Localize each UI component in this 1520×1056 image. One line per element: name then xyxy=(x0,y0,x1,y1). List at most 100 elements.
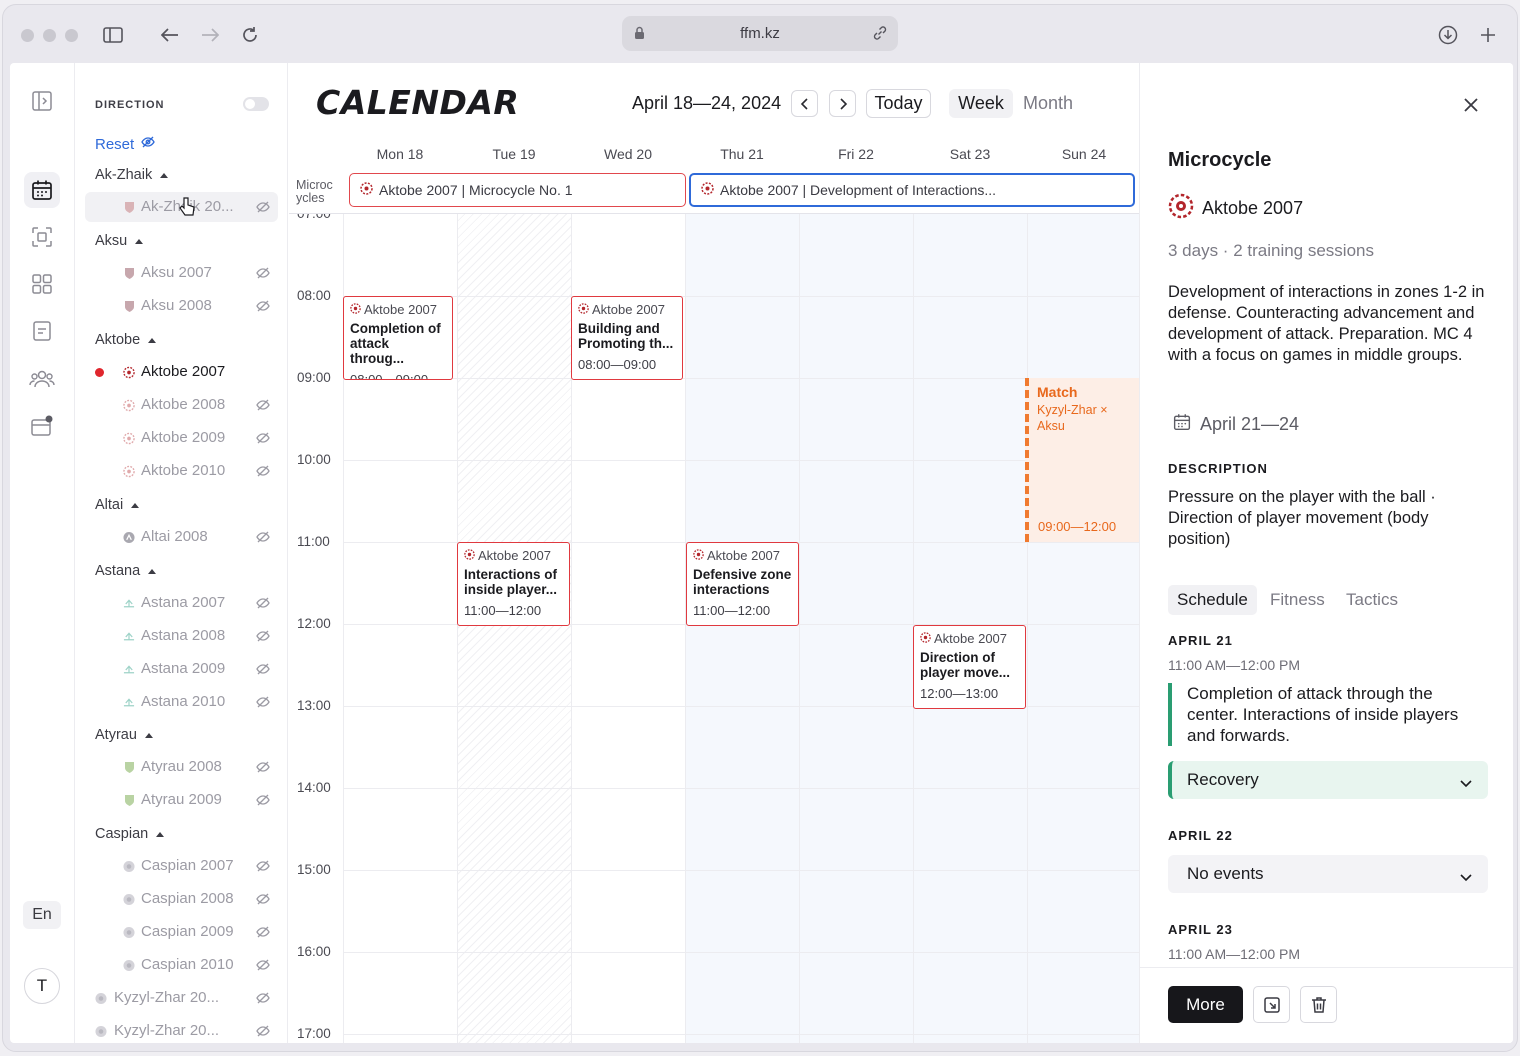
tab-tactics[interactable]: Tactics xyxy=(1337,585,1407,615)
close-icon[interactable] xyxy=(1463,97,1479,118)
group-aksu[interactable]: Aksu xyxy=(95,233,144,249)
sidebar-toggle-icon[interactable] xyxy=(24,83,60,119)
users-icon[interactable] xyxy=(24,361,60,397)
today-button[interactable]: Today xyxy=(866,89,931,118)
reload-icon[interactable] xyxy=(238,23,262,47)
download-icon[interactable] xyxy=(1436,23,1460,47)
trash-icon[interactable] xyxy=(1300,986,1337,1023)
training-event[interactable]: Aktobe 2007 Building and Promoting th...… xyxy=(571,296,683,380)
eye-off-icon[interactable] xyxy=(256,596,270,614)
eye-off-icon[interactable] xyxy=(256,958,270,976)
eye-off-icon[interactable] xyxy=(256,695,270,713)
group-altai[interactable]: Altai xyxy=(95,497,140,513)
user-avatar[interactable]: T xyxy=(24,968,60,1004)
training-event[interactable]: Aktobe 2007 Defensive zone interactions … xyxy=(686,542,799,626)
microcycle-bar-selected[interactable]: Aktobe 2007 | Development of Interaction… xyxy=(689,173,1135,207)
address-bar[interactable]: ffm.kz xyxy=(622,16,898,51)
week-grid[interactable]: 07:00 08:00 09:00 10:00 11:00 12:00 13:0… xyxy=(289,213,1139,1043)
group-label: Altai xyxy=(95,497,124,513)
team-caspian-2008[interactable]: Caspian 2008 xyxy=(85,884,278,914)
team-kyzyl-zhar-1[interactable]: Kyzyl-Zhar 20... xyxy=(85,983,278,1013)
event-time: 11:00—12:00 xyxy=(464,603,542,618)
pointer-cursor-icon xyxy=(178,196,196,223)
team-astana-2007[interactable]: Astana 2007 xyxy=(85,588,278,618)
group-ak-zhaik[interactable]: Ak-Zhaik xyxy=(95,167,169,183)
forward-arrow-icon[interactable] xyxy=(198,23,222,47)
group-caspian[interactable]: Caspian xyxy=(95,826,165,842)
microcycle-label: Aktobe 2007 | Microcycle No. 1 xyxy=(379,182,573,198)
team-aktobe-2007[interactable]: Aktobe 2007 xyxy=(85,357,278,387)
scan-icon[interactable] xyxy=(24,219,60,255)
team-caspian-2007[interactable]: Caspian 2007 xyxy=(85,851,278,881)
team-aktobe-2010[interactable]: Aktobe 2010 xyxy=(85,456,278,486)
eye-off-icon[interactable] xyxy=(256,1024,270,1042)
team-aktobe-2009[interactable]: Aktobe 2009 xyxy=(85,423,278,453)
session-type-select[interactable]: Recovery xyxy=(1168,761,1488,799)
language-switch[interactable]: En xyxy=(23,901,61,929)
direction-toggle[interactable] xyxy=(243,97,269,111)
training-event[interactable]: Aktobe 2007 Completion of attack throug.… xyxy=(343,296,453,380)
day-events-select[interactable]: No events xyxy=(1168,855,1488,893)
back-arrow-icon[interactable] xyxy=(158,23,182,47)
team-astana-2009[interactable]: Astana 2009 xyxy=(85,654,278,684)
tab-fitness[interactable]: Fitness xyxy=(1261,585,1334,615)
document-icon[interactable] xyxy=(24,313,60,349)
team-label: Caspian 2007 xyxy=(141,857,234,874)
team-aktobe-2008[interactable]: Aktobe 2008 xyxy=(85,390,278,420)
group-atyrau[interactable]: Atyrau xyxy=(95,727,153,743)
eye-off-icon[interactable] xyxy=(256,530,270,548)
eye-off-icon[interactable] xyxy=(256,299,270,317)
reset-button[interactable]: Reset xyxy=(95,135,155,153)
training-event[interactable]: Aktobe 2007 Interactions of inside playe… xyxy=(457,542,570,626)
microcycle-bar[interactable]: Aktobe 2007 | Microcycle No. 1 xyxy=(349,173,686,207)
calendar-icon[interactable] xyxy=(24,172,60,208)
tab-month[interactable]: Month xyxy=(1016,89,1080,118)
eye-off-icon[interactable] xyxy=(256,629,270,647)
next-week-button[interactable] xyxy=(829,90,856,117)
open-external-icon[interactable] xyxy=(1253,986,1290,1023)
team-atyrau-2009[interactable]: Atyrau 2009 xyxy=(85,785,278,815)
eye-off-icon[interactable] xyxy=(256,431,270,449)
group-aktobe[interactable]: Aktobe xyxy=(95,332,157,348)
team-aksu-2007[interactable]: Aksu 2007 xyxy=(85,258,278,288)
eye-off-icon[interactable] xyxy=(256,859,270,877)
eye-off-icon[interactable] xyxy=(256,793,270,811)
link-icon[interactable] xyxy=(872,25,888,45)
caret-up-icon xyxy=(144,732,153,738)
grid-icon[interactable] xyxy=(24,266,60,302)
eye-off-icon[interactable] xyxy=(256,760,270,778)
eye-off-icon[interactable] xyxy=(256,464,270,482)
eye-off-icon[interactable] xyxy=(256,892,270,910)
time-label: 11:00 xyxy=(297,534,339,549)
new-tab-plus-icon[interactable] xyxy=(1476,23,1500,47)
microcycles-row-label: Microc ycles xyxy=(296,178,333,205)
team-caspian-2010[interactable]: Caspian 2010 xyxy=(85,950,278,980)
eye-off-icon[interactable] xyxy=(256,662,270,680)
team-kyzyl-zhar-2[interactable]: Kyzyl-Zhar 20... xyxy=(85,1016,278,1043)
match-event[interactable]: Match Kyzyl-Zhar × Aksu 09:00—12:00 xyxy=(1025,378,1139,542)
tab-schedule[interactable]: Schedule xyxy=(1168,585,1257,615)
window-zoom-dot[interactable] xyxy=(65,29,78,42)
team-altai-2008[interactable]: Altai 2008 xyxy=(85,522,278,552)
team-astana-2010[interactable]: Astana 2010 xyxy=(85,687,278,717)
calendar-notify-icon[interactable] xyxy=(24,408,60,444)
prev-week-button[interactable] xyxy=(791,90,818,117)
eye-off-icon[interactable] xyxy=(256,991,270,1009)
sidebar-icon[interactable] xyxy=(101,23,125,47)
tab-week[interactable]: Week xyxy=(949,89,1013,118)
group-label: Ak-Zhaik xyxy=(95,167,153,183)
team-atyrau-2008[interactable]: Atyrau 2008 xyxy=(85,752,278,782)
window-close-dot[interactable] xyxy=(21,29,34,42)
training-event[interactable]: Aktobe 2007 Direction of player move... … xyxy=(913,625,1026,709)
group-astana[interactable]: Astana xyxy=(95,563,157,579)
team-caspian-2009[interactable]: Caspian 2009 xyxy=(85,917,278,947)
eye-off-icon[interactable] xyxy=(256,266,270,284)
eye-off-icon[interactable] xyxy=(256,200,270,218)
eye-off-icon[interactable] xyxy=(256,925,270,943)
more-button[interactable]: More xyxy=(1168,986,1243,1023)
eye-off-icon[interactable] xyxy=(256,398,270,416)
team-astana-2008[interactable]: Astana 2008 xyxy=(85,621,278,651)
group-label: Atyrau xyxy=(95,727,137,743)
team-aksu-2008[interactable]: Aksu 2008 xyxy=(85,291,278,321)
window-minimize-dot[interactable] xyxy=(43,29,56,42)
